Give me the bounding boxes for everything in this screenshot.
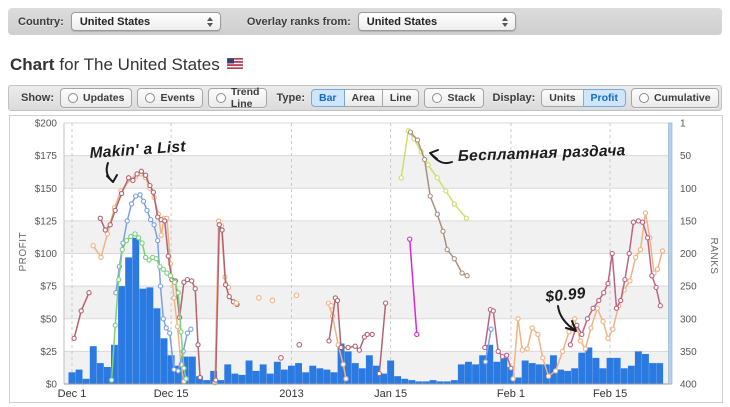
svg-text:50: 50 bbox=[680, 151, 692, 162]
svg-text:$50: $50 bbox=[40, 314, 57, 325]
svg-text:$0: $0 bbox=[46, 380, 58, 391]
cumulative-toggle-button[interactable]: Cumulative bbox=[630, 88, 719, 108]
radio-icon bbox=[145, 93, 156, 103]
dropdown-stepper-icon bbox=[205, 15, 216, 28]
svg-text:2013: 2013 bbox=[279, 388, 303, 400]
display-label: Display: bbox=[492, 92, 536, 104]
radio-icon bbox=[638, 93, 649, 103]
svg-text:$175: $175 bbox=[35, 151, 58, 162]
profit-axis-ticks: $200 $175 $150 $125 $100 $75 $50 $25 $0 bbox=[35, 119, 58, 391]
svg-text:$125: $125 bbox=[35, 216, 58, 227]
svg-text:350: 350 bbox=[680, 347, 697, 358]
svg-text:200: 200 bbox=[680, 249, 697, 260]
radio-icon bbox=[68, 93, 78, 103]
chart-type-segmented-control: Bar Area Line bbox=[311, 89, 420, 107]
display-profit-button[interactable]: Profit bbox=[583, 89, 626, 107]
overlay-ranks-select[interactable]: United States bbox=[357, 12, 516, 31]
country-select[interactable]: United States bbox=[70, 12, 221, 31]
svg-text:300: 300 bbox=[680, 314, 697, 325]
radio-icon bbox=[432, 93, 443, 103]
svg-text:100: 100 bbox=[680, 184, 697, 195]
svg-text:250: 250 bbox=[680, 282, 697, 293]
profit-ranks-chart[interactable]: $200 $175 $150 $125 $100 $75 $50 $25 $0 1 50 100 150… bbox=[9, 115, 723, 403]
type-bar-button[interactable]: Bar bbox=[311, 89, 345, 107]
svg-text:$25: $25 bbox=[40, 347, 57, 358]
events-toggle-label: Events bbox=[160, 92, 195, 104]
country-select-value: United States bbox=[79, 15, 151, 28]
right-axis-strip bbox=[668, 122, 673, 385]
overlay-ranks-label: Overlay ranks from: bbox=[246, 15, 351, 28]
profit-axis-title: PROFIT bbox=[18, 232, 29, 272]
display-units-button[interactable]: Units bbox=[541, 89, 584, 107]
type-label: Type: bbox=[276, 92, 305, 104]
display-segmented-control: Units Profit bbox=[541, 89, 626, 107]
svg-text:Jan 15: Jan 15 bbox=[374, 388, 407, 400]
chart-toolbar: Show: Updates Events Trend Line Type: Ba… bbox=[8, 85, 722, 111]
svg-text:$100: $100 bbox=[35, 249, 58, 260]
page-title: Chart for The United States bbox=[10, 54, 243, 76]
events-toggle-button[interactable]: Events bbox=[137, 88, 203, 108]
chart-canvas[interactable]: $200$175$150$125$100$75$50$25$0150100150… bbox=[10, 116, 722, 402]
ranks-axis-ticks: 150100150200250300350400 bbox=[680, 119, 697, 391]
dropdown-stepper-icon bbox=[500, 15, 511, 28]
svg-text:$75: $75 bbox=[40, 282, 57, 293]
country-label: Country: bbox=[18, 15, 64, 28]
page-title-rest: for The United States bbox=[59, 55, 220, 74]
overlay-ranks-select-value: United States bbox=[366, 15, 438, 28]
date-axis-ticks: Dec 1 Dec 15 2013 Jan 15 Feb 1 Feb 15 bbox=[58, 388, 628, 400]
trend-line-toggle-label: Trend Line bbox=[230, 86, 260, 110]
svg-text:Dec 1: Dec 1 bbox=[58, 388, 87, 400]
us-flag-icon bbox=[226, 56, 243, 74]
svg-text:Feb 15: Feb 15 bbox=[593, 388, 627, 400]
svg-text:1: 1 bbox=[680, 119, 686, 130]
show-label: Show: bbox=[21, 92, 54, 104]
ranks-axis-title: RANKS bbox=[708, 238, 719, 275]
stack-toggle-button[interactable]: Stack bbox=[424, 88, 484, 108]
type-area-button[interactable]: Area bbox=[344, 89, 383, 107]
cumulative-toggle-label: Cumulative bbox=[653, 92, 711, 104]
stack-toggle-label: Stack bbox=[447, 92, 476, 104]
svg-text:$150: $150 bbox=[35, 184, 58, 195]
trend-line-toggle-button[interactable]: Trend Line bbox=[207, 86, 268, 110]
updates-toggle-button[interactable]: Updates bbox=[60, 88, 133, 108]
svg-text:150: 150 bbox=[680, 216, 697, 227]
type-line-button[interactable]: Line bbox=[382, 89, 420, 107]
page-title-chart: Chart bbox=[10, 55, 55, 74]
svg-text:$200: $200 bbox=[35, 119, 58, 130]
radio-icon bbox=[215, 93, 226, 103]
updates-toggle-label: Updates bbox=[83, 92, 125, 104]
svg-text:Feb 1: Feb 1 bbox=[497, 388, 525, 400]
svg-text:Dec 15: Dec 15 bbox=[154, 388, 189, 400]
svg-text:400: 400 bbox=[680, 380, 697, 391]
top-bar: Country: United States Overlay ranks fro… bbox=[8, 8, 722, 35]
